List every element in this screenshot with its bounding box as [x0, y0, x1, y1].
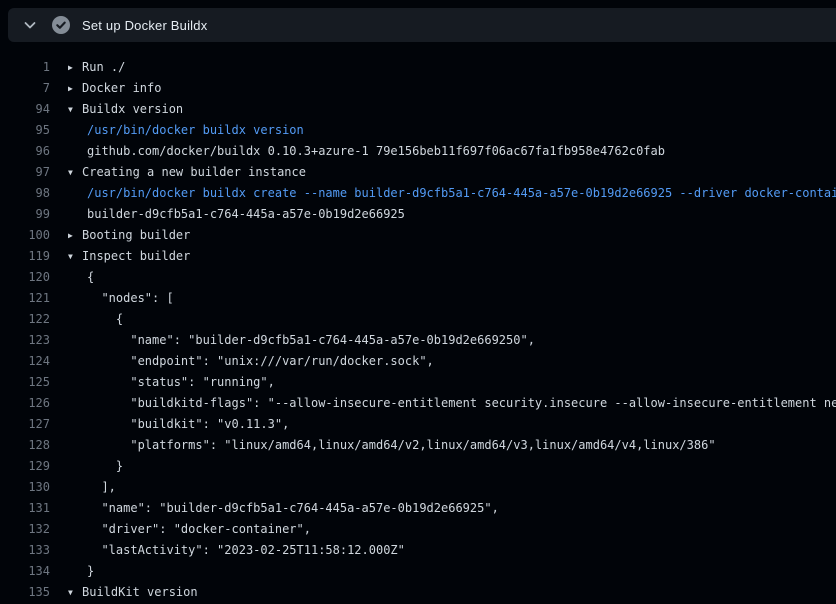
line-number[interactable]: 98 — [0, 183, 50, 204]
log-text: github.com/docker/buildx 0.10.3+azure-1 … — [87, 144, 665, 158]
log-row: 130 ], — [0, 477, 836, 498]
log-text: "name": "builder-d9cfb5a1-c764-445a-a57e… — [87, 333, 535, 347]
line-number[interactable]: 97 — [0, 162, 50, 183]
line-number[interactable]: 119 — [0, 246, 50, 267]
log-row[interactable]: 135 ▼BuildKit version — [0, 582, 836, 603]
line-number[interactable]: 7 — [0, 78, 50, 99]
log-row: 120 { — [0, 267, 836, 288]
line-number[interactable]: 129 — [0, 456, 50, 477]
check-circle-icon — [52, 16, 70, 34]
log-row: 134 } — [0, 561, 836, 582]
chevron-down-icon[interactable] — [22, 17, 38, 33]
line-number[interactable]: 124 — [0, 351, 50, 372]
line-number[interactable]: 100 — [0, 225, 50, 246]
line-number[interactable]: 132 — [0, 519, 50, 540]
log-row: 121 "nodes": [ — [0, 288, 836, 309]
log-row: 129 } — [0, 456, 836, 477]
step-header[interactable]: Set up Docker Buildx — [8, 8, 836, 42]
triangle-expanded-icon: ▼ — [68, 162, 82, 183]
log-row: 98 /usr/bin/docker buildx create --name … — [0, 183, 836, 204]
line-number[interactable]: 131 — [0, 498, 50, 519]
log-row[interactable]: 1 ▶Run ./ — [0, 57, 836, 78]
log-row[interactable]: 119 ▼Inspect builder — [0, 246, 836, 267]
line-number[interactable]: 125 — [0, 372, 50, 393]
line-number[interactable]: 95 — [0, 120, 50, 141]
log-text: "driver": "docker-container", — [87, 522, 311, 536]
log-text: "buildkitd-flags": "--allow-insecure-ent… — [87, 396, 836, 410]
log-text: "status": "running", — [87, 375, 275, 389]
log-text: "name": "builder-d9cfb5a1-c764-445a-a57e… — [87, 501, 499, 515]
log-text: BuildKit version — [82, 585, 198, 599]
triangle-collapsed-icon: ▶ — [68, 78, 82, 99]
log-row: 133 "lastActivity": "2023-02-25T11:58:12… — [0, 540, 836, 561]
line-number[interactable]: 99 — [0, 204, 50, 225]
log-text: { — [87, 270, 94, 284]
line-number[interactable]: 126 — [0, 393, 50, 414]
log-text: "lastActivity": "2023-02-25T11:58:12.000… — [87, 543, 405, 557]
log-row[interactable]: 94 ▼Buildx version — [0, 99, 836, 120]
log-row[interactable]: 97 ▼Creating a new builder instance — [0, 162, 836, 183]
log-row: 127 "buildkit": "v0.11.3", — [0, 414, 836, 435]
line-number[interactable]: 135 — [0, 582, 50, 603]
line-number[interactable]: 128 — [0, 435, 50, 456]
log-row: 125 "status": "running", — [0, 372, 836, 393]
line-number[interactable]: 122 — [0, 309, 50, 330]
line-number[interactable]: 133 — [0, 540, 50, 561]
log-row[interactable]: 7 ▶Docker info — [0, 78, 836, 99]
log-row: 124 "endpoint": "unix:///var/run/docker.… — [0, 351, 836, 372]
log-row: 96 github.com/docker/buildx 0.10.3+azure… — [0, 141, 836, 162]
step-title: Set up Docker Buildx — [82, 18, 207, 33]
log-text: /usr/bin/docker buildx version — [87, 123, 304, 137]
triangle-expanded-icon: ▼ — [68, 582, 82, 603]
log-row: 126 "buildkitd-flags": "--allow-insecure… — [0, 393, 836, 414]
line-number[interactable]: 121 — [0, 288, 50, 309]
line-number[interactable]: 1 — [0, 57, 50, 78]
log-text: ], — [87, 480, 116, 494]
line-number[interactable]: 120 — [0, 267, 50, 288]
log-text: "buildkit": "v0.11.3", — [87, 417, 289, 431]
log-text: Run ./ — [82, 60, 125, 74]
line-number[interactable]: 96 — [0, 141, 50, 162]
log-row: 123 "name": "builder-d9cfb5a1-c764-445a-… — [0, 330, 836, 351]
triangle-collapsed-icon: ▶ — [68, 57, 82, 78]
log-row: 95 /usr/bin/docker buildx version — [0, 120, 836, 141]
triangle-expanded-icon: ▼ — [68, 246, 82, 267]
triangle-expanded-icon: ▼ — [68, 99, 82, 120]
log-text: Inspect builder — [82, 249, 190, 263]
log-row: 99 builder-d9cfb5a1-c764-445a-a57e-0b19d… — [0, 204, 836, 225]
line-number[interactable]: 130 — [0, 477, 50, 498]
log-text: } — [87, 564, 94, 578]
log-text: "nodes": [ — [87, 291, 174, 305]
line-number[interactable]: 134 — [0, 561, 50, 582]
log-text: Buildx version — [82, 102, 183, 116]
log-text: builder-d9cfb5a1-c764-445a-a57e-0b19d2e6… — [87, 207, 405, 221]
log-text: { — [87, 312, 123, 326]
log-text: Creating a new builder instance — [82, 165, 306, 179]
log-text: Docker info — [82, 81, 161, 95]
line-number[interactable]: 123 — [0, 330, 50, 351]
log-row: 132 "driver": "docker-container", — [0, 519, 836, 540]
triangle-collapsed-icon: ▶ — [68, 225, 82, 246]
log-row: 131 "name": "builder-d9cfb5a1-c764-445a-… — [0, 498, 836, 519]
line-number[interactable]: 94 — [0, 99, 50, 120]
log-text: "platforms": "linux/amd64,linux/amd64/v2… — [87, 438, 716, 452]
log-text: } — [87, 459, 123, 473]
line-number[interactable]: 127 — [0, 414, 50, 435]
log-text: "endpoint": "unix:///var/run/docker.sock… — [87, 354, 434, 368]
log-row: 128 "platforms": "linux/amd64,linux/amd6… — [0, 435, 836, 456]
log-row: 122 { — [0, 309, 836, 330]
log-text: /usr/bin/docker buildx create --name bui… — [87, 186, 836, 200]
log-viewer: 1 ▶Run ./ 7 ▶Docker info 94 ▼Buildx vers… — [0, 42, 836, 604]
log-row[interactable]: 100 ▶Booting builder — [0, 225, 836, 246]
log-text: Booting builder — [82, 228, 190, 242]
